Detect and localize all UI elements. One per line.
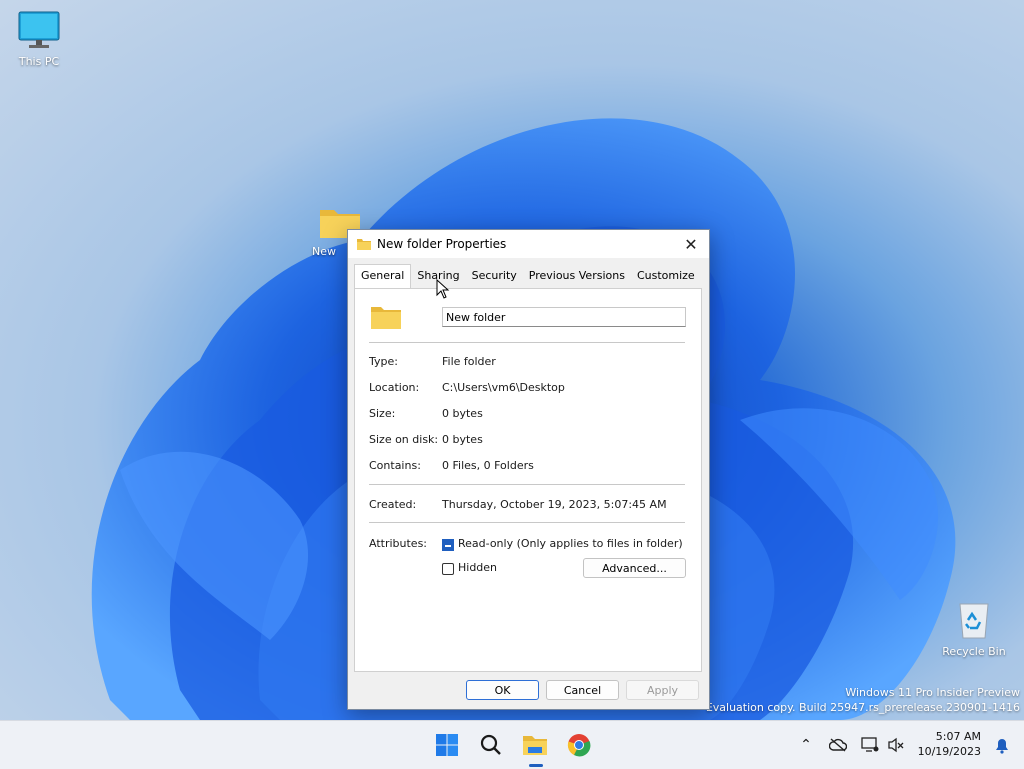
folder-name-input[interactable] (442, 307, 686, 327)
attributes-label: Attributes: (369, 537, 428, 550)
windows-start-icon (436, 734, 458, 756)
properties-dialog: New folder Properties ✕ General Sharing … (347, 229, 710, 710)
tab-previous-versions[interactable]: Previous Versions (523, 266, 631, 288)
volume-muted-icon[interactable] (887, 737, 905, 753)
separator (369, 342, 685, 343)
size-label: Size: (369, 407, 396, 420)
search-button[interactable] (475, 729, 507, 761)
network-icon[interactable] (861, 737, 879, 753)
ok-button[interactable]: OK (466, 680, 539, 700)
close-icon: ✕ (684, 234, 698, 254)
watermark-line-1: Windows 11 Pro Insider Preview (845, 686, 1020, 699)
start-button[interactable] (431, 729, 463, 761)
desktop-icon-label: This PC (18, 55, 60, 68)
dialog-title: New folder Properties (377, 237, 507, 251)
type-label: Type: (369, 355, 398, 368)
general-tab-panel: Type: File folder Location: C:\Users\vm6… (354, 288, 702, 672)
chrome-icon (567, 734, 591, 757)
tab-strip: General Sharing Security Previous Versio… (354, 264, 701, 290)
dialog-titlebar[interactable]: New folder Properties ✕ (348, 230, 709, 258)
folder-icon (371, 307, 401, 329)
chevron-up-icon[interactable]: ⌃ (797, 737, 815, 753)
active-app-indicator (529, 764, 543, 767)
file-explorer-button[interactable] (519, 729, 551, 767)
system-tray: ⌃ (797, 721, 905, 769)
notification-bell-icon[interactable] (994, 738, 1010, 754)
hidden-checkbox-label[interactable]: Hidden (458, 561, 497, 574)
close-button[interactable]: ✕ (679, 234, 703, 254)
tab-security[interactable]: Security (466, 266, 523, 288)
watermark-line-2: Evaluation copy. Build 25947.rs_prerelea… (705, 701, 1020, 714)
clock-time: 5:07 AM (935, 730, 981, 743)
file-explorer-icon (523, 736, 547, 755)
tab-customize[interactable]: Customize (631, 266, 701, 288)
mouse-cursor-icon (436, 279, 450, 299)
folder-icon (357, 238, 371, 250)
desktop-icon-label: Recycle Bin (942, 645, 1006, 658)
separator (369, 484, 685, 485)
size-value: 0 bytes (442, 407, 483, 420)
created-label: Created: (369, 498, 417, 511)
computer-icon (18, 11, 60, 48)
onedrive-offline-icon[interactable] (829, 738, 847, 752)
size-on-disk-value: 0 bytes (442, 433, 483, 446)
created-value: Thursday, October 19, 2023, 5:07:45 AM (442, 498, 667, 511)
contains-value: 0 Files, 0 Folders (442, 459, 534, 472)
readonly-checkbox[interactable] (442, 539, 454, 551)
size-on-disk-label: Size on disk: (369, 433, 439, 446)
search-icon (480, 734, 501, 755)
clock-date: 10/19/2023 (917, 745, 981, 758)
type-value: File folder (442, 355, 496, 368)
taskbar: ⌃ 5:07 AM 10/19/2023 (0, 720, 1024, 769)
recycle-bin-icon (959, 603, 989, 639)
contains-label: Contains: (369, 459, 421, 472)
readonly-checkbox-label[interactable]: Read-only (Only applies to files in fold… (458, 537, 683, 550)
advanced-button[interactable]: Advanced... (583, 558, 686, 578)
clock[interactable]: 5:07 AM 10/19/2023 (918, 729, 981, 759)
apply-button[interactable]: Apply (626, 680, 699, 700)
tab-general[interactable]: General (354, 264, 412, 290)
cancel-button[interactable]: Cancel (546, 680, 619, 700)
location-label: Location: (369, 381, 420, 394)
location-value: C:\Users\vm6\Desktop (442, 381, 565, 394)
desktop-icon-this-pc[interactable]: This PC (4, 10, 74, 68)
chrome-button[interactable] (563, 729, 595, 761)
hidden-checkbox[interactable] (442, 563, 454, 575)
desktop-icon-recycle-bin[interactable]: Recycle Bin (939, 598, 1009, 658)
separator (369, 522, 685, 523)
